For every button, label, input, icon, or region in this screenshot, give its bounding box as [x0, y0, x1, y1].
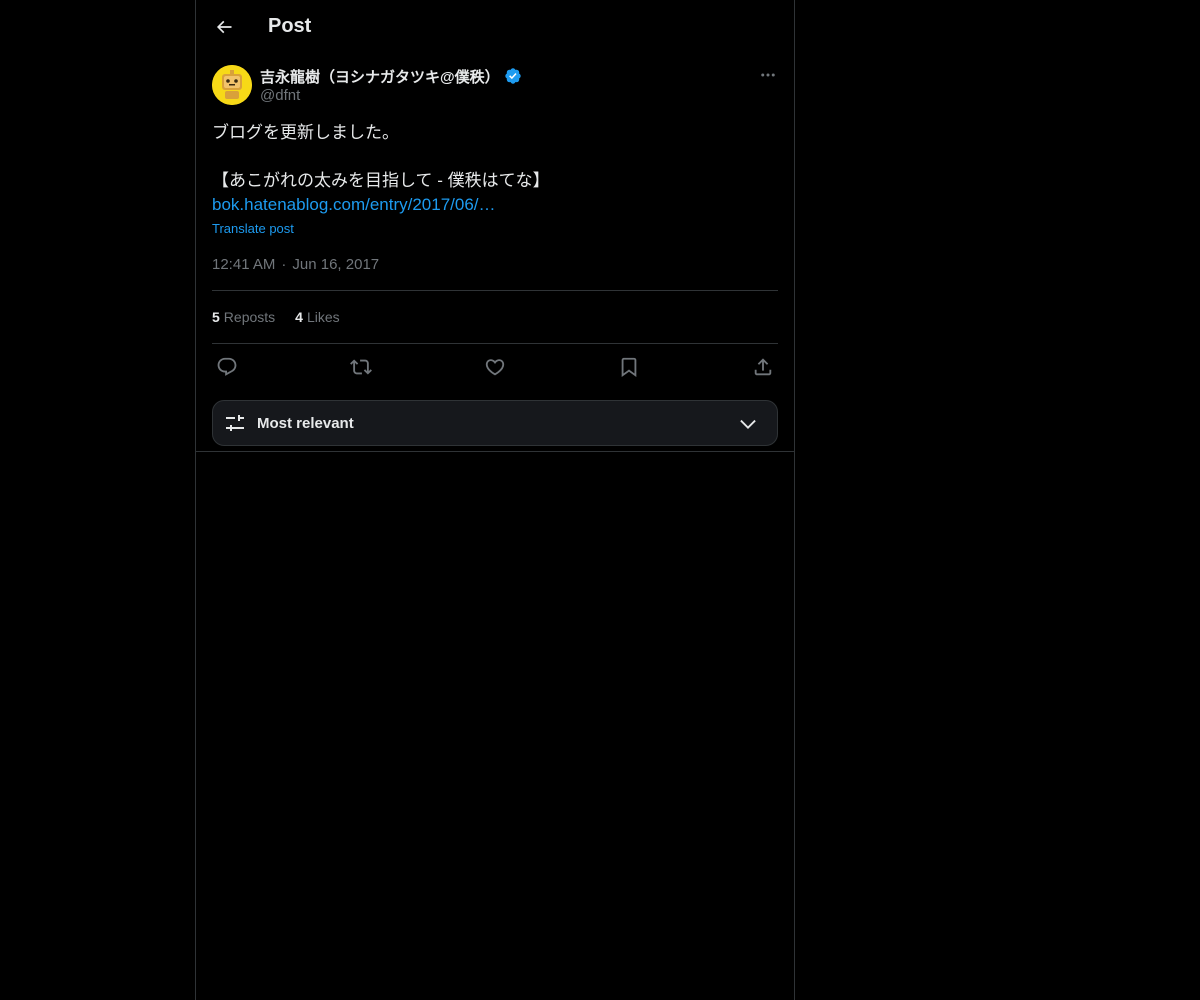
- likes-label: Likes: [306, 309, 340, 325]
- chevron-down-icon: [740, 419, 756, 429]
- more-options-button[interactable]: [758, 65, 778, 85]
- back-button[interactable]: [212, 15, 236, 39]
- sort-label: Most relevant: [257, 414, 354, 432]
- page-header: Post: [196, 0, 794, 53]
- reply-icon: [217, 357, 237, 376]
- sliders-icon: [226, 415, 244, 431]
- repost-icon: [350, 359, 372, 375]
- display-name[interactable]: 吉永龍樹（ヨシナガタツキ@僕秩）: [260, 66, 500, 87]
- author-row: 吉永龍樹（ヨシナガタツキ@僕秩） @dfnt: [212, 65, 778, 105]
- avatar[interactable]: [212, 65, 252, 105]
- repost-button[interactable]: [350, 356, 372, 378]
- share-button[interactable]: [752, 356, 774, 378]
- main-column: Post 吉永龍樹（ヨシナガタツキ@僕秩） @dfnt ブログを更新しました。 …: [195, 0, 795, 1000]
- separator-dot: ·: [281, 255, 287, 273]
- bookmark-button[interactable]: [618, 356, 640, 378]
- post-date[interactable]: Jun 16, 2017: [292, 256, 379, 273]
- reposts-count: 5: [212, 309, 220, 325]
- like-button[interactable]: [484, 356, 506, 378]
- likes-stat[interactable]: 4 Likes: [295, 309, 339, 325]
- post-timestamp: 12:41 AM · Jun 16, 2017: [212, 254, 778, 274]
- post-stats: 5 Reposts 4 Likes: [212, 291, 778, 343]
- reply-sort-dropdown[interactable]: Most relevant: [212, 400, 778, 446]
- avatar-image: [212, 65, 252, 105]
- arrow-left-icon: [216, 20, 232, 33]
- handle[interactable]: @dfnt: [260, 87, 522, 104]
- likes-count: 4: [295, 309, 303, 325]
- post: 吉永龍樹（ヨシナガタツキ@僕秩） @dfnt ブログを更新しました。 【あこがれ…: [196, 53, 794, 446]
- author-info: 吉永龍樹（ヨシナガタツキ@僕秩） @dfnt: [260, 65, 522, 104]
- section-divider: [196, 451, 794, 452]
- reposts-label: Reposts: [223, 309, 276, 325]
- share-icon: [754, 358, 772, 376]
- translate-post-link[interactable]: Translate post: [212, 221, 294, 236]
- more-dots-icon: [761, 73, 775, 77]
- post-link[interactable]: bok.hatenablog.com/entry/2017/06/…: [212, 193, 496, 217]
- action-bar: [212, 344, 778, 390]
- verified-badge-icon: [504, 68, 521, 84]
- page-title: Post: [268, 15, 312, 37]
- name-row: 吉永龍樹（ヨシナガタツキ@僕秩）: [260, 66, 522, 86]
- reposts-stat[interactable]: 5 Reposts: [212, 309, 275, 325]
- reply-button[interactable]: [216, 356, 238, 378]
- post-time[interactable]: 12:41 AM: [212, 256, 275, 273]
- bookmark-icon: [621, 357, 637, 378]
- post-text: ブログを更新しました。 【あこがれの太みを目指して - 僕秩はてな】: [212, 123, 550, 190]
- like-icon: [485, 359, 505, 376]
